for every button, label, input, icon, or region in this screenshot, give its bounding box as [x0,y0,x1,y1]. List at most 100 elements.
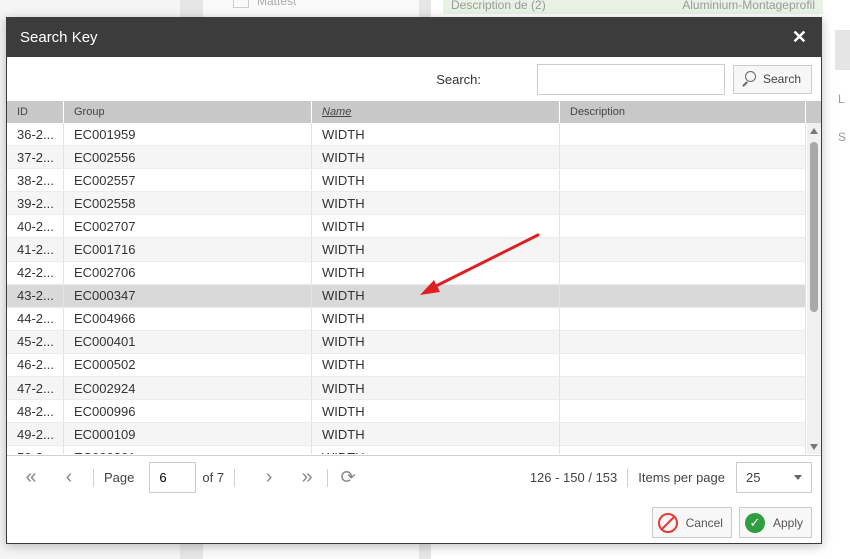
grid-scrollbar[interactable] [807,123,821,454]
items-per-page-select[interactable]: 25 [736,462,812,493]
cell-group: EC000996 [64,400,312,423]
chevron-down-icon [794,475,802,480]
cell-description [560,192,806,215]
cell-description [560,261,806,284]
table-row[interactable]: 43-2... EC000347 WIDTH [7,284,806,308]
dialog-title: Search Key [20,29,98,46]
background-desc-label: Description de (2) [451,0,546,12]
apply-button[interactable]: ✓ Apply [738,507,812,538]
cell-description [560,446,806,454]
cell-description [560,330,806,353]
table-row[interactable]: 50-2...EC000301WIDTH [7,446,806,454]
cell-id: 44-2... [7,307,64,330]
cell-id: 39-2... [7,192,64,215]
results-grid: ID Group Name Description 36-2... EC00195… [7,101,821,454]
table-row[interactable]: 39-2... EC002558 WIDTH [7,192,806,216]
cell-description [560,284,806,307]
search-button[interactable]: Search [733,64,812,94]
cell-name: WIDTH [312,123,560,146]
background-desc-value: Aluminium-Montageprofil [682,0,815,12]
table-row[interactable]: 41-2... EC001716 WIDTH [7,238,806,262]
cell-group: EC000347 [64,284,312,307]
prev-page-icon[interactable]: ‹ [59,466,79,489]
cell-id: 40-2... [7,215,64,238]
cell-id: 49-2... [7,423,64,446]
close-icon[interactable]: ✕ [792,27,807,48]
cell-id: 47-2... [7,377,64,400]
scroll-up-icon[interactable] [810,128,818,134]
cell-id: 50-2... [7,446,64,454]
background-glyph-s: S [838,130,847,144]
dialog-footer: Cancel ✓ Apply [651,507,812,538]
table-row[interactable]: 49-2... EC000109 WIDTH [7,423,806,447]
column-header-id[interactable]: ID [7,101,64,123]
cell-name: WIDTH [312,377,560,400]
table-row[interactable]: 37-2... EC002556 WIDTH [7,146,806,170]
table-row[interactable]: 45-2... EC000401 WIDTH [7,330,806,354]
cell-name: WIDTH [312,284,560,307]
cell-description [560,238,806,261]
cell-name: WIDTH [312,423,560,446]
cell-name: WIDTH [312,238,560,261]
scroll-thumb[interactable] [810,142,818,312]
table-row[interactable]: 38-2... EC002557 WIDTH [7,169,806,193]
cell-group: EC002557 [64,169,312,192]
table-row[interactable]: 48-2... EC000996 WIDTH [7,400,806,424]
cell-description [560,123,806,146]
last-page-icon[interactable]: » [297,466,317,489]
background-mattest-label: Mattest [257,0,297,8]
table-row[interactable]: 40-2... EC002707 WIDTH [7,215,806,239]
page-of-label: of 7 [202,470,225,485]
column-header-description[interactable]: Description [560,101,806,123]
search-row: Search: Search [7,57,821,101]
cancel-button[interactable]: Cancel [651,507,732,538]
search-input[interactable] [537,63,725,95]
grid-header: ID Group Name Description [7,101,821,123]
table-row[interactable]: 46-2... EC000502 WIDTH [7,353,806,378]
cell-id: 43-2... [7,284,64,307]
refresh-icon[interactable]: ⟳ [338,467,358,488]
column-header-name[interactable]: Name [312,101,560,123]
cell-group: EC000301 [64,446,312,454]
cell-group: EC001959 [64,123,312,146]
items-per-page-label: Items per page [638,470,725,485]
cell-group: EC004966 [64,307,312,330]
cell-id: 45-2... [7,330,64,353]
cell-name: WIDTH [312,261,560,284]
next-page-icon[interactable]: › [259,466,279,489]
cell-name: WIDTH [312,400,560,423]
background-glyph-l: L [838,92,845,106]
background-description-row: Description de (2) Aluminium-Montageprof… [443,0,823,14]
column-header-group[interactable]: Group [64,101,312,123]
cell-group: EC002558 [64,192,312,215]
scroll-down-icon[interactable] [810,444,818,450]
background-mattest: Mattest [233,0,296,8]
cell-name: WIDTH [312,446,560,454]
cell-description [560,169,806,192]
cell-id: 38-2... [7,169,64,192]
items-per-page-value: 25 [746,470,761,485]
cell-description [560,146,806,169]
table-row[interactable]: 42-2... EC002706 WIDTH [7,261,806,285]
cell-description [560,307,806,330]
first-page-icon[interactable]: « [21,466,41,489]
cell-description [560,215,806,238]
dialog-titlebar: Search Key ✕ [7,18,821,57]
grid-body: 36-2... EC001959 WIDTH 37-2... EC002556 WIDTH… [7,123,806,454]
page-range: 126 - 150 / 153 [529,470,618,485]
cell-name: WIDTH [312,307,560,330]
table-row[interactable]: 47-2... EC002924 WIDTH [7,377,806,401]
apply-button-label: Apply [772,515,803,530]
cancel-button-label: Cancel [685,515,723,530]
cell-group: EC001716 [64,238,312,261]
table-row[interactable]: 36-2... EC001959 WIDTH [7,123,806,147]
cell-name: WIDTH [312,215,560,238]
cell-description [560,400,806,423]
pager: « ‹ Page of 7 › » ⟳ 126 - 150 / 153 Item… [7,455,821,499]
pager-separator [234,468,236,487]
pager-separator [93,468,94,487]
cell-id: 41-2... [7,238,64,261]
table-row[interactable]: 44-2... EC004966 WIDTH [7,307,806,331]
page-number-input[interactable] [149,462,197,493]
cell-group: EC002556 [64,146,312,169]
